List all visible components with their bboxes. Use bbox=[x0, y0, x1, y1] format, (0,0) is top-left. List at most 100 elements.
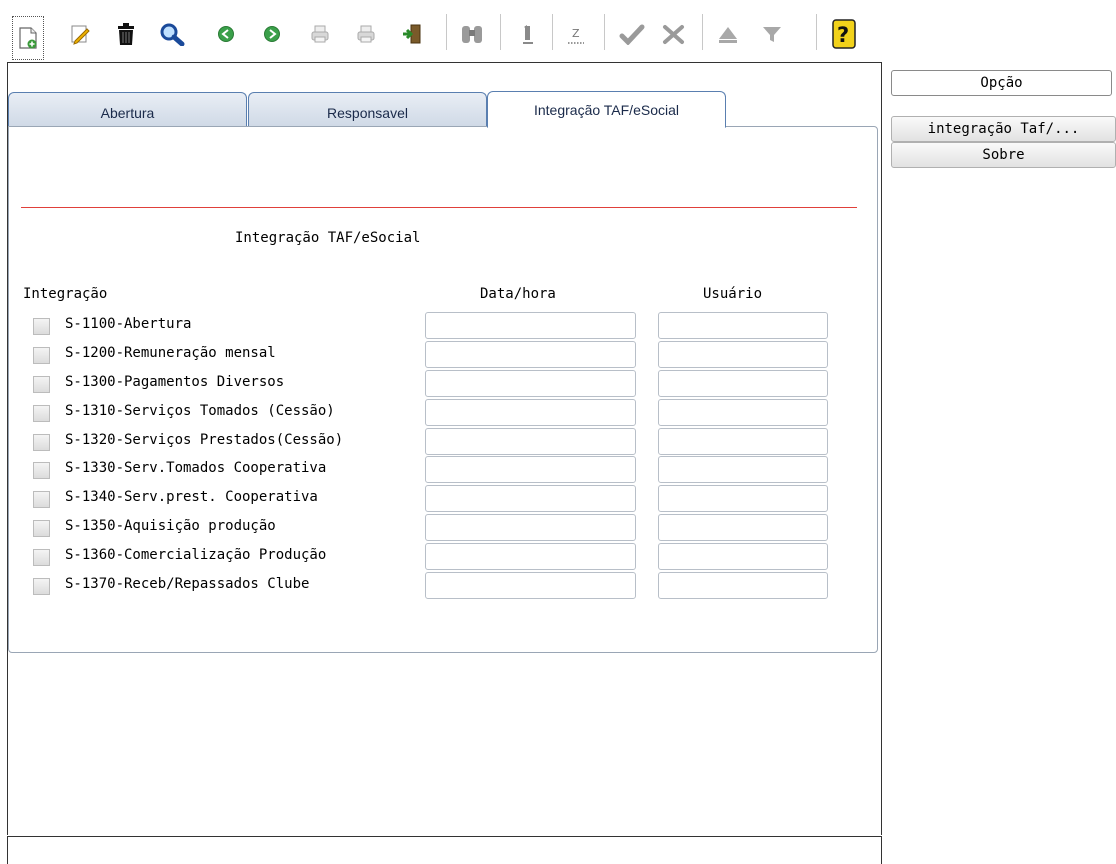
integration-label: S-1330-Serv.Tomados Cooperativa bbox=[65, 460, 327, 476]
print-preview-button[interactable] bbox=[346, 10, 386, 58]
tab-label: Integração TAF/eSocial bbox=[533, 101, 679, 118]
usuario-field[interactable] bbox=[658, 514, 828, 541]
search-icon bbox=[160, 23, 185, 46]
toolbar-separator bbox=[500, 14, 501, 50]
integration-label: S-1350-Aquisição produção bbox=[65, 518, 276, 534]
next-button[interactable] bbox=[252, 10, 292, 58]
exit-icon bbox=[403, 24, 421, 44]
integration-row: S-1200-Remuneração mensal bbox=[31, 341, 831, 368]
usuario-field[interactable] bbox=[658, 572, 828, 599]
edit-button[interactable] bbox=[60, 10, 100, 58]
help-button[interactable]: ? bbox=[824, 10, 864, 58]
move-up-icon bbox=[719, 27, 737, 43]
data-hora-field[interactable] bbox=[425, 428, 636, 455]
data-hora-field[interactable] bbox=[425, 341, 636, 368]
column-header-data-hora: Data/hora bbox=[480, 286, 556, 302]
find-button[interactable] bbox=[452, 10, 492, 58]
integration-label: S-1340-Serv.prest. Cooperativa bbox=[65, 489, 318, 505]
usuario-field[interactable] bbox=[658, 370, 828, 397]
first-record-icon bbox=[523, 25, 533, 44]
usuario-field[interactable] bbox=[658, 543, 828, 570]
options-header: Opção bbox=[891, 70, 1112, 96]
search-button[interactable] bbox=[152, 10, 192, 58]
integration-checkbox[interactable] bbox=[33, 462, 50, 479]
status-bar bbox=[7, 836, 882, 864]
last-record-button[interactable]: Z bbox=[556, 10, 596, 58]
cancel-icon bbox=[663, 25, 684, 44]
integracao-taf-button[interactable]: integração Taf/... bbox=[891, 116, 1116, 142]
usuario-field[interactable] bbox=[658, 485, 828, 512]
integration-label: S-1370-Receb/Repassados Clube bbox=[65, 576, 310, 592]
exit-button[interactable] bbox=[392, 10, 432, 58]
confirm-button[interactable] bbox=[612, 10, 652, 58]
integration-checkbox[interactable] bbox=[33, 405, 50, 422]
cancel-button[interactable] bbox=[654, 10, 694, 58]
svg-text:Z: Z bbox=[572, 27, 580, 40]
tab-abertura[interactable]: Abertura bbox=[8, 92, 247, 127]
integration-row: S-1330-Serv.Tomados Cooperativa bbox=[31, 456, 831, 483]
toolbar-separator bbox=[604, 14, 605, 50]
integration-label: S-1300-Pagamentos Diversos bbox=[65, 374, 285, 390]
integration-row: S-1100-Abertura bbox=[31, 312, 831, 339]
binoculars-icon bbox=[462, 26, 482, 43]
tab-label: Abertura bbox=[100, 105, 155, 121]
integration-label: S-1100-Abertura bbox=[65, 316, 192, 332]
data-hora-field[interactable] bbox=[425, 572, 636, 599]
move-up-button[interactable] bbox=[708, 10, 748, 58]
toolbar: Z ? bbox=[0, 0, 880, 62]
previous-icon bbox=[218, 26, 234, 42]
tab-responsavel[interactable]: Responsavel bbox=[248, 92, 487, 127]
trash-icon bbox=[118, 23, 134, 45]
integration-checkbox[interactable] bbox=[33, 347, 50, 364]
integration-row: S-1320-Serviços Prestados(Cessão) bbox=[31, 428, 831, 455]
integration-checkbox[interactable] bbox=[33, 376, 50, 393]
filter-button[interactable] bbox=[752, 10, 792, 58]
data-hora-field[interactable] bbox=[425, 485, 636, 512]
tab-label: Responsavel bbox=[327, 105, 408, 121]
print-button[interactable] bbox=[300, 10, 340, 58]
integration-checkbox[interactable] bbox=[33, 549, 50, 566]
next-icon bbox=[264, 26, 280, 42]
filter-icon bbox=[763, 27, 781, 42]
last-record-icon: Z bbox=[568, 27, 584, 44]
data-hora-field[interactable] bbox=[425, 514, 636, 541]
delete-button[interactable] bbox=[106, 10, 146, 58]
integration-checkbox[interactable] bbox=[33, 491, 50, 508]
svg-text:?: ? bbox=[837, 23, 849, 47]
tab-integracao-taf-esocial[interactable]: Integração TAF/eSocial bbox=[487, 91, 726, 128]
integration-checkbox[interactable] bbox=[33, 578, 50, 595]
integration-label: S-1320-Serviços Prestados(Cessão) bbox=[65, 432, 344, 448]
first-record-button[interactable] bbox=[508, 10, 548, 58]
integration-row: S-1350-Aquisição produção bbox=[31, 514, 831, 541]
previous-button[interactable] bbox=[206, 10, 246, 58]
usuario-field[interactable] bbox=[658, 312, 828, 339]
integration-checkbox[interactable] bbox=[33, 520, 50, 537]
edit-pencil-icon bbox=[71, 25, 90, 45]
new-document-button[interactable] bbox=[12, 16, 44, 60]
integration-row: S-1340-Serv.prest. Cooperativa bbox=[31, 485, 831, 512]
usuario-field[interactable] bbox=[658, 341, 828, 368]
toolbar-separator bbox=[446, 14, 447, 50]
data-hora-field[interactable] bbox=[425, 543, 636, 570]
toolbar-separator bbox=[702, 14, 703, 50]
usuario-field[interactable] bbox=[658, 456, 828, 483]
integration-label: S-1310-Serviços Tomados (Cessão) bbox=[65, 403, 335, 419]
integration-label: S-1360-Comercialização Produção bbox=[65, 547, 327, 563]
data-hora-field[interactable] bbox=[425, 312, 636, 339]
column-header-usuario: Usuário bbox=[703, 286, 763, 302]
data-hora-field[interactable] bbox=[425, 456, 636, 483]
integration-row: S-1300-Pagamentos Diversos bbox=[31, 370, 831, 397]
usuario-field[interactable] bbox=[658, 428, 828, 455]
confirm-check-icon bbox=[619, 24, 645, 45]
integration-checkbox[interactable] bbox=[33, 318, 50, 335]
sobre-button[interactable]: Sobre bbox=[891, 142, 1116, 168]
usuario-field[interactable] bbox=[658, 399, 828, 426]
column-header-integracao: Integração bbox=[23, 286, 108, 302]
new-document-icon bbox=[19, 27, 37, 49]
data-hora-field[interactable] bbox=[425, 370, 636, 397]
data-hora-field[interactable] bbox=[425, 399, 636, 426]
toolbar-separator bbox=[816, 14, 817, 50]
integration-row: S-1360-Comercialização Produção bbox=[31, 543, 831, 570]
print-icon bbox=[311, 25, 329, 43]
integration-checkbox[interactable] bbox=[33, 434, 50, 451]
